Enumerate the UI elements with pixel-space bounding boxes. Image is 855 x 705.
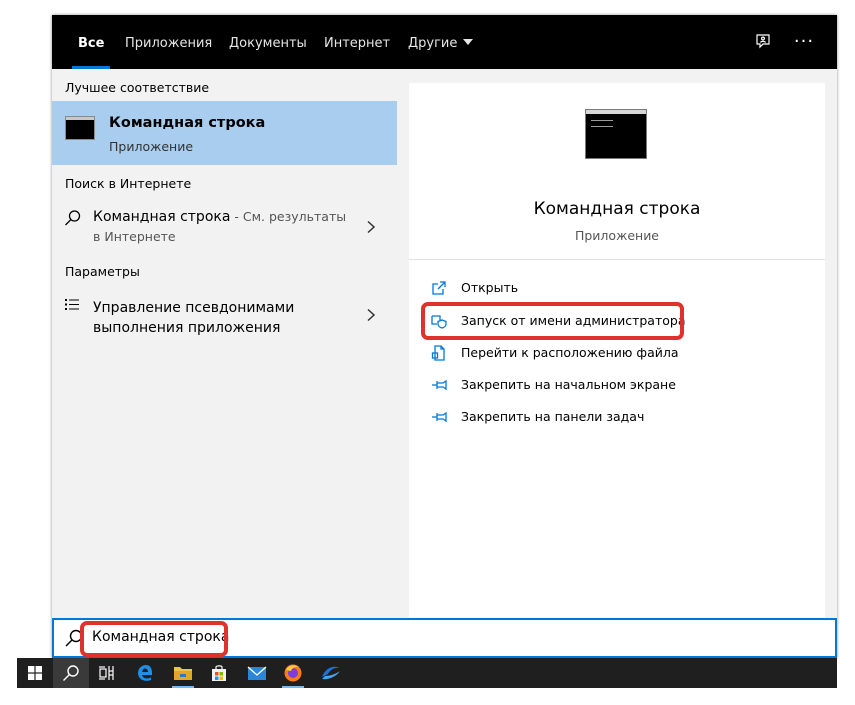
divider (409, 259, 825, 260)
action-run-as-admin-label: Запуск от имени администратора (461, 313, 686, 328)
chevron-down-icon (463, 39, 474, 45)
windows-start-icon[interactable] (17, 658, 53, 688)
tab-more[interactable]: Другие (408, 15, 474, 69)
preview-title: Командная строка (533, 199, 701, 219)
firefox-icon[interactable] (275, 658, 311, 688)
pin-icon (432, 379, 447, 391)
list-icon (65, 299, 79, 310)
best-match-title: Командная строка (109, 115, 266, 131)
taskbar (17, 658, 837, 688)
web-search-heading: Поиск в Интернете (65, 176, 192, 191)
store-icon[interactable] (201, 658, 237, 688)
action-pin-to-taskbar-label: Закрепить на панели задач (461, 409, 645, 424)
preview-panel: Командная строка Приложение Открыть Запу… (409, 83, 825, 618)
tab-documents[interactable]: Документы (229, 15, 307, 69)
shield-icon (431, 315, 447, 329)
best-match-result[interactable]: Командная строка Приложение (52, 101, 397, 165)
best-match-subtitle: Приложение (109, 139, 194, 154)
settings-heading: Параметры (65, 264, 140, 279)
feedback-icon[interactable] (752, 31, 774, 53)
action-pin-to-start-label: Закрепить на начальном экране (461, 377, 676, 392)
file-location-icon (431, 345, 445, 361)
command-prompt-icon (585, 109, 647, 159)
tab-all[interactable]: Все (71, 15, 111, 69)
chevron-right-icon (367, 220, 376, 234)
settings-result[interactable]: Управление псевдонимами выполнения прило… (52, 291, 397, 339)
tab-web[interactable]: Интернет (324, 15, 390, 69)
edge-icon[interactable] (127, 658, 163, 688)
file-explorer-icon[interactable] (165, 658, 201, 688)
prompt-lines (591, 120, 613, 127)
search-input[interactable]: Командная строка (52, 618, 837, 658)
web-search-result-text: Командная строка - См. результаты в Инте… (93, 207, 348, 247)
results-panel: Лучшее соответствие Командная строка При… (52, 69, 397, 618)
tab-more-label: Другие (408, 36, 458, 51)
search-window: Все Приложения Документы Интернет Другие… (52, 15, 837, 658)
web-search-result[interactable]: Командная строка - См. результаты в Инте… (52, 203, 397, 251)
pin-icon (432, 411, 447, 423)
search-input-value[interactable]: Командная строка (92, 629, 229, 645)
search-tabs-bar: Все Приложения Документы Интернет Другие… (52, 15, 837, 69)
preview-subtitle: Приложение (574, 228, 660, 243)
command-prompt-icon (65, 116, 95, 140)
web-search-result-title: Командная строка (93, 209, 231, 225)
search-icon (65, 629, 83, 647)
chevron-right-icon (367, 308, 376, 322)
search-icon[interactable] (53, 658, 89, 688)
mail-icon[interactable] (239, 658, 275, 688)
action-open-label: Открыть (461, 280, 519, 295)
tab-apps[interactable]: Приложения (125, 15, 212, 69)
open-icon (432, 281, 446, 295)
app-icon[interactable] (313, 658, 349, 688)
search-icon (65, 210, 81, 226)
action-open-file-location-label: Перейти к расположению файла (461, 345, 679, 360)
more-options-icon[interactable]: ··· (793, 31, 815, 53)
best-match-heading: Лучшее соответствие (65, 80, 210, 95)
task-view-icon[interactable] (89, 658, 125, 688)
settings-result-title: Управление псевдонимами выполнения прило… (93, 300, 295, 336)
